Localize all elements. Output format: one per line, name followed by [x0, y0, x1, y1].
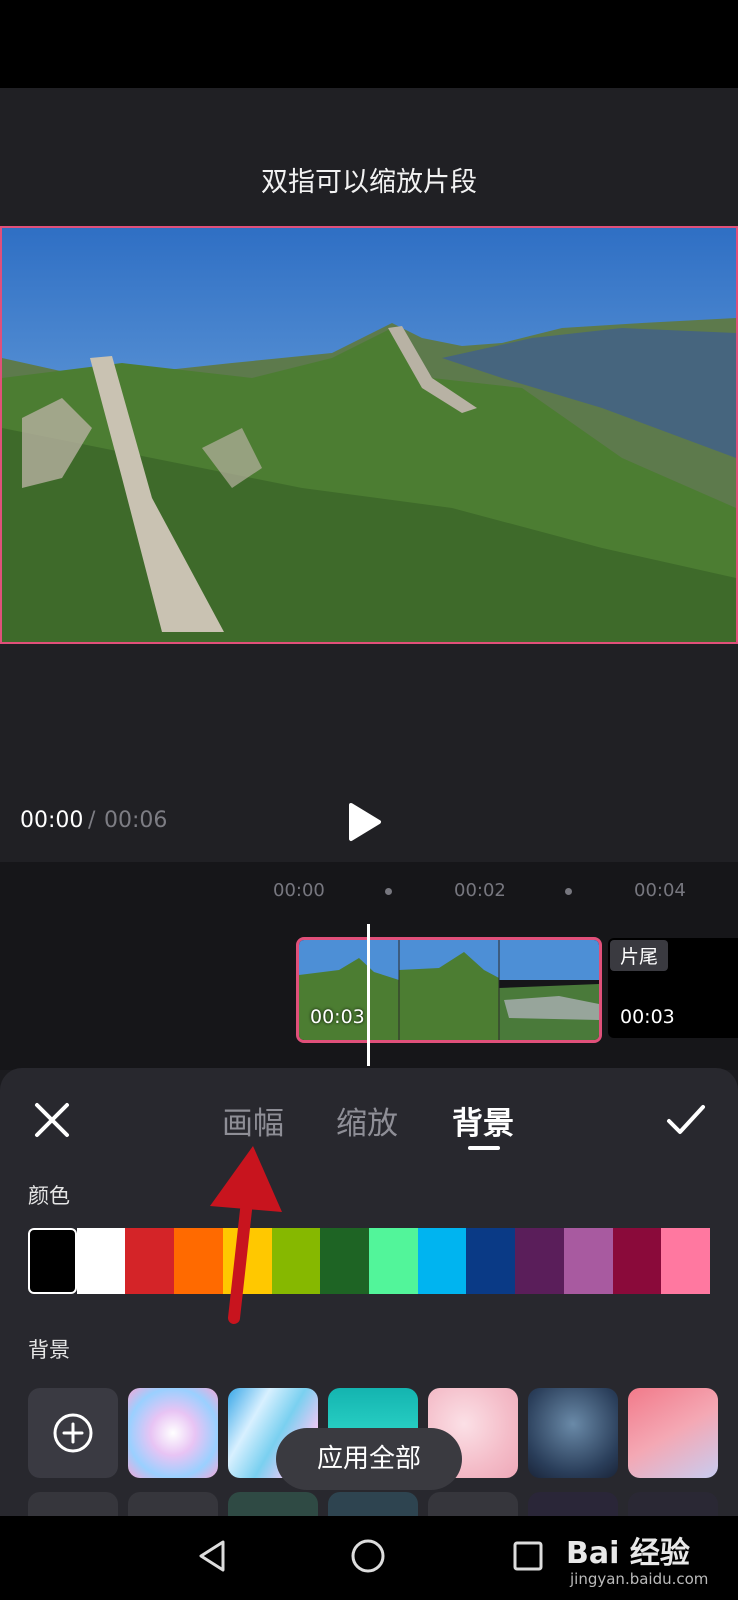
tab-background[interactable]: 背景 — [452, 1098, 514, 1143]
play-button[interactable] — [348, 802, 382, 842]
nav-recents-button[interactable] — [512, 1538, 544, 1578]
home-circle-icon — [351, 1539, 385, 1573]
video-preview[interactable] — [0, 226, 738, 644]
color-swatch-row — [28, 1228, 711, 1294]
timeline-tick: 00:04 — [634, 880, 686, 901]
background-thumbnail[interactable] — [428, 1492, 518, 1516]
plus-circle-icon — [53, 1413, 93, 1453]
time-separator: / — [88, 808, 96, 833]
color-swatch[interactable] — [661, 1228, 711, 1294]
end-clip-label: 片尾 — [610, 940, 669, 971]
color-swatch[interactable] — [28, 1228, 77, 1294]
timeline-tick: 00:02 — [454, 880, 506, 901]
timeline-tick-dot — [385, 888, 392, 895]
close-button[interactable] — [30, 1098, 74, 1142]
color-swatch[interactable] — [612, 1228, 662, 1294]
timeline-tick-dot — [565, 888, 572, 895]
end-clip-duration: 00:03 — [620, 1006, 675, 1028]
nav-home-button[interactable] — [350, 1538, 386, 1578]
background-thumbnail[interactable] — [628, 1492, 718, 1516]
tab-zoom[interactable]: 缩放 — [336, 1098, 398, 1143]
landscape-image — [2, 228, 736, 642]
color-swatch[interactable] — [76, 1228, 126, 1294]
close-icon — [35, 1103, 69, 1137]
nav-back-button[interactable] — [196, 1538, 228, 1578]
color-swatch[interactable] — [417, 1228, 467, 1294]
baidu-watermark: Bai 经验 — [566, 1536, 690, 1571]
color-swatch[interactable] — [174, 1228, 223, 1294]
playhead[interactable] — [367, 924, 370, 1066]
color-swatch[interactable] — [369, 1228, 418, 1294]
pinch-zoom-hint: 双指可以缩放片段 — [261, 167, 477, 198]
back-triangle-icon — [199, 1540, 225, 1572]
background-thumbnail[interactable] — [628, 1388, 718, 1478]
background-thumbnail[interactable] — [228, 1492, 318, 1516]
check-icon — [667, 1105, 705, 1134]
apply-all-button[interactable]: 应用全部 — [276, 1428, 462, 1490]
color-swatch[interactable] — [515, 1228, 564, 1294]
total-time: 00:06 — [104, 808, 168, 833]
background-thumbnail[interactable] — [28, 1492, 118, 1516]
color-swatch[interactable] — [320, 1228, 370, 1294]
color-swatch[interactable] — [271, 1228, 321, 1294]
background-thumbnail[interactable] — [128, 1388, 218, 1478]
background-thumbnail[interactable] — [128, 1492, 218, 1516]
background-section-label: 背景 — [28, 1338, 70, 1362]
play-icon — [349, 803, 381, 841]
status-bar — [0, 0, 738, 88]
confirm-button[interactable] — [664, 1100, 708, 1140]
background-thumbnail[interactable] — [528, 1388, 618, 1478]
color-swatch[interactable] — [222, 1228, 272, 1294]
tab-canvas[interactable]: 画幅 — [222, 1098, 284, 1143]
recents-square-icon — [513, 1541, 543, 1571]
background-thumbnail[interactable] — [528, 1492, 618, 1516]
timeline-tick: 00:00 — [273, 880, 325, 901]
add-background-button[interactable] — [28, 1388, 118, 1478]
color-swatch[interactable] — [466, 1228, 516, 1294]
active-tab-indicator — [468, 1146, 500, 1150]
color-swatch[interactable] — [563, 1228, 613, 1294]
color-swatch[interactable] — [125, 1228, 175, 1294]
current-time: 00:00 — [20, 808, 84, 833]
baidu-watermark-url: jingyan.baidu.com — [570, 1570, 709, 1588]
color-section-label: 颜色 — [28, 1184, 70, 1208]
background-thumbnail[interactable] — [328, 1492, 418, 1516]
clip-duration: 00:03 — [310, 1006, 365, 1028]
